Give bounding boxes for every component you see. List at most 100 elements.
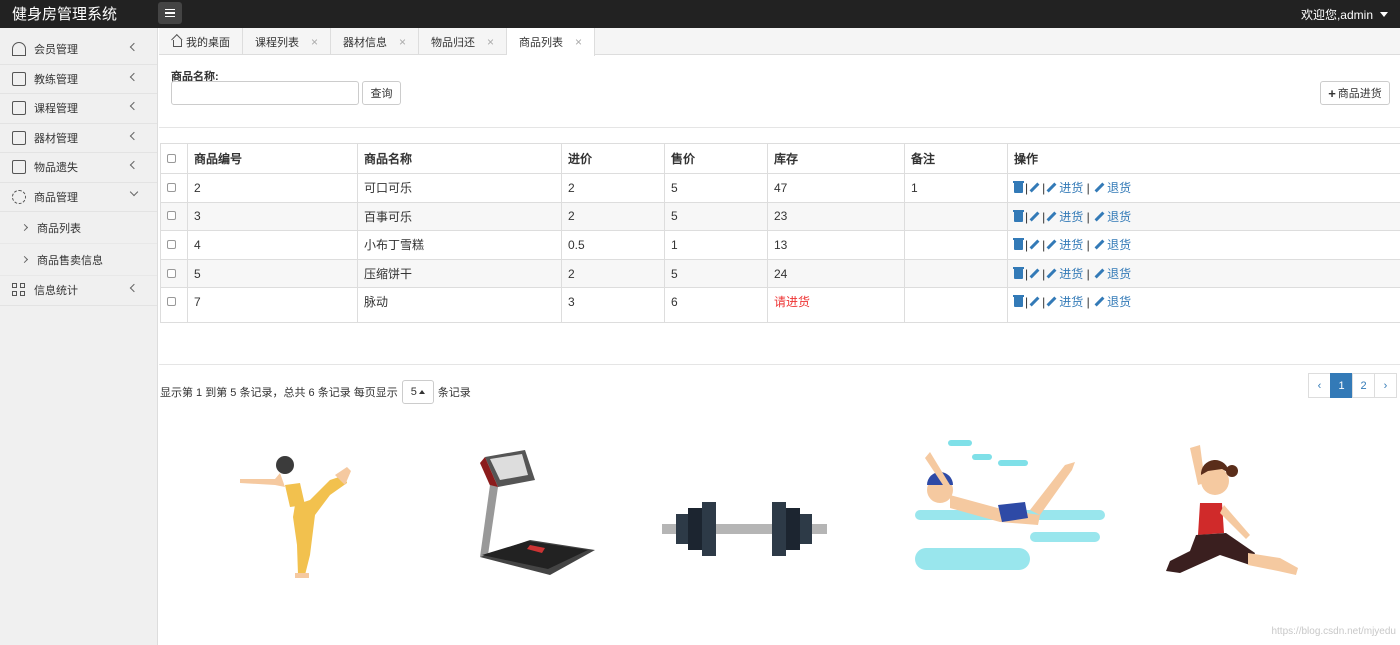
page-button-2[interactable]: 2 — [1352, 373, 1375, 398]
restock-link[interactable]: 进货 — [1045, 210, 1083, 224]
tab-desktop[interactable]: 我的桌面 — [159, 28, 243, 55]
user-icon — [12, 42, 26, 57]
row-actions: | | 进货 | 退货 — [1007, 258, 1400, 289]
tab-item-return[interactable]: 物品归还 × — [419, 28, 508, 55]
restock-label: 进货 — [1059, 238, 1084, 253]
divider — [159, 364, 1400, 365]
pencil-icon — [1094, 211, 1105, 222]
edit-icon[interactable] — [1029, 296, 1040, 307]
sidebar-item-member[interactable]: 会员管理 — [0, 35, 157, 65]
edit-icon[interactable] — [1029, 182, 1040, 193]
sidebar-item-label: 会员管理 — [34, 44, 78, 57]
restock-link[interactable]: 进货 — [1045, 295, 1083, 309]
return-link[interactable]: 退货 — [1093, 295, 1131, 309]
tab-goods-list[interactable]: 商品列表 × — [507, 28, 596, 56]
row-checkbox[interactable] — [167, 182, 176, 192]
return-label: 退货 — [1107, 181, 1132, 196]
table-cell: 0.5 — [561, 230, 665, 260]
trash-icon[interactable] — [1013, 295, 1024, 308]
column-header[interactable]: 商品名称 — [357, 143, 562, 174]
close-icon[interactable]: × — [399, 35, 406, 49]
close-icon[interactable]: × — [311, 35, 318, 49]
prev-page-button[interactable]: ‹ — [1308, 373, 1331, 398]
page-button-1[interactable]: 1 — [1330, 373, 1353, 398]
edit-icon[interactable] — [1029, 268, 1040, 279]
gear-icon — [12, 189, 26, 204]
table-cell: 47 — [767, 173, 905, 203]
menu-toggle-button[interactable] — [158, 2, 182, 24]
column-header[interactable]: 库存 — [767, 143, 905, 174]
table-row: 3 百事可乐 2 5 23 | | 进货 | 退货 — [160, 201, 1400, 232]
sidebar-item-coach[interactable]: 教练管理 — [0, 65, 157, 94]
user-menu[interactable]: 欢迎您,admin — [1301, 6, 1388, 23]
sidebar-item-equipment[interactable]: 器材管理 — [0, 124, 157, 153]
select-all-checkbox[interactable] — [167, 153, 176, 163]
close-icon[interactable]: × — [575, 35, 582, 49]
close-icon[interactable]: × — [487, 35, 494, 49]
sidebar-item-label: 商品管理 — [34, 191, 78, 204]
restock-link[interactable]: 进货 — [1045, 238, 1083, 252]
return-link[interactable]: 退货 — [1093, 238, 1131, 252]
restock-link[interactable]: 进货 — [1045, 181, 1083, 195]
return-link[interactable]: 退货 — [1093, 210, 1131, 224]
table-cell: 24 — [767, 258, 905, 289]
row-actions: | | 进货 | 退货 — [1007, 173, 1400, 203]
table-cell: 2 — [561, 201, 665, 232]
sidebar-item-goods[interactable]: 商品管理 — [0, 183, 157, 212]
tab-course-list[interactable]: 课程列表 × — [243, 28, 332, 55]
row-checkbox[interactable] — [167, 296, 176, 306]
sidebar-item-label: 教练管理 — [34, 73, 78, 86]
sidebar-item-lost-items[interactable]: 物品遗失 — [0, 153, 157, 183]
pencil-icon — [1094, 268, 1105, 279]
trash-icon[interactable] — [1013, 181, 1024, 194]
next-page-button[interactable]: › — [1374, 373, 1397, 398]
column-header[interactable]: 商品编号 — [187, 143, 358, 174]
table-cell — [904, 230, 1008, 260]
row-checkbox[interactable] — [167, 239, 176, 249]
goods-name-input[interactable] — [171, 81, 359, 105]
row-checkbox[interactable] — [167, 268, 176, 278]
sidebar-item-statistics[interactable]: 信息统计 — [0, 276, 157, 306]
table-cell: 小布丁雪糕 — [357, 230, 562, 260]
trash-icon[interactable] — [1013, 267, 1024, 280]
table-row: 5 压缩饼干 2 5 24 | | 进货 | 退货 — [160, 258, 1400, 289]
tab-label: 物品归还 — [431, 36, 476, 49]
home-icon — [171, 36, 182, 47]
table-cell: 3 — [561, 287, 665, 324]
trash-icon[interactable] — [1013, 238, 1024, 251]
return-link[interactable]: 退货 — [1093, 267, 1131, 281]
pagination-info-prefix: 显示第 1 到第 5 条记录，总共 6 条记录 每页显示 — [160, 387, 398, 399]
restock-link[interactable]: 进货 — [1045, 267, 1083, 281]
sidebar-subitem-goods-list[interactable]: 商品列表 — [0, 212, 157, 244]
row-actions: | | 进货 | 退货 — [1007, 230, 1400, 260]
page-size-select[interactable]: 5 — [401, 380, 434, 404]
row-checkbox[interactable] — [167, 211, 176, 221]
sidebar-subitem-goods-sales[interactable]: 商品售卖信息 — [0, 244, 157, 276]
edit-icon[interactable] — [1029, 240, 1040, 250]
edit-icon[interactable] — [1029, 211, 1040, 222]
table-cell: 压缩饼干 — [357, 258, 562, 289]
row-select-cell — [160, 258, 188, 289]
column-header[interactable]: 备注 — [904, 143, 1008, 174]
column-header[interactable]: 操作 — [1007, 143, 1400, 174]
trash-icon[interactable] — [1013, 209, 1024, 222]
column-header[interactable]: 售价 — [664, 143, 768, 174]
plus-icon: + — [1328, 85, 1336, 101]
pencil-icon — [1046, 296, 1057, 307]
tab-equipment-info[interactable]: 器材信息 × — [331, 28, 420, 55]
pagination-info-suffix: 条记录 — [437, 387, 471, 399]
tab-bar: 我的桌面 课程列表 × 器材信息 × 物品归还 × 商品列表 × — [159, 28, 1400, 56]
table-header-row: 商品编号 商品名称 进价 售价 库存 备注 操作 — [160, 143, 1400, 174]
swimmer-illustration — [915, 440, 1105, 570]
restock-label: 进货 — [1059, 181, 1084, 196]
return-link[interactable]: 退货 — [1093, 181, 1131, 195]
table-cell: 5 — [187, 258, 358, 289]
column-header[interactable]: 进价 — [561, 143, 665, 174]
table-cell: 7 — [187, 287, 358, 324]
table-row: 4 小布丁雪糕 0.5 1 13 | | 进货 | 退货 — [160, 230, 1400, 260]
restock-goods-button[interactable]: + 商品进货 — [1320, 81, 1390, 105]
sidebar-subitem-label: 商品列表 — [37, 222, 81, 235]
search-button[interactable]: 查询 — [362, 81, 401, 105]
page-size-value: 5 — [410, 386, 417, 398]
sidebar-item-course[interactable]: 课程管理 — [0, 94, 157, 124]
